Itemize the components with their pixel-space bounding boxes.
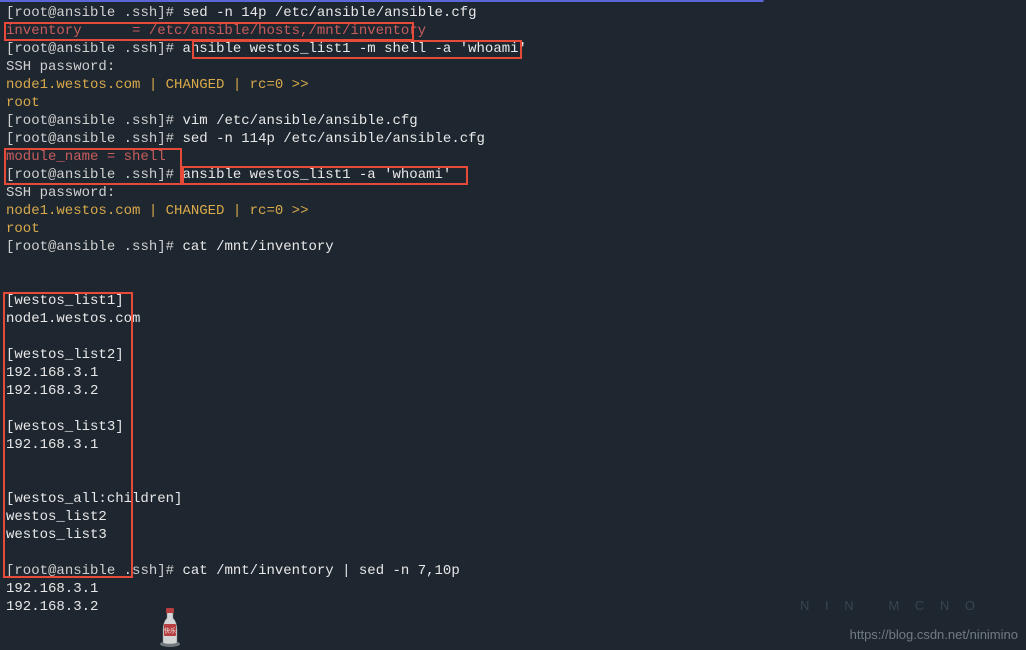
prompt: [root@ansible .ssh]#	[6, 113, 182, 129]
ssh-password-prompt: SSH password:	[6, 58, 1020, 76]
whoami-output-1: root	[6, 94, 1020, 112]
faint-watermark: N I N M C N O	[800, 597, 981, 615]
prompt-line-2: [root@ansible .ssh]# ansible westos_list…	[6, 40, 1020, 58]
prompt: [root@ansible .ssh]#	[6, 41, 182, 57]
prompt: [root@ansible .ssh]	[6, 167, 166, 183]
terminal-output[interactable]: [root@ansible .ssh]# sed -n 14p /etc/ans…	[6, 4, 1020, 616]
inventory-child-2: westos_list3	[6, 526, 1020, 544]
output-inventory-setting: inventory = /etc/ansible/hosts,/mnt/inve…	[6, 22, 1020, 40]
inventory-host-4: 192.168.3.1	[6, 436, 1020, 454]
ansible-result-1: node1.westos.com | CHANGED | rc=0 >>	[6, 76, 1020, 94]
prompt-line-7: [root@ansible .ssh]# cat /mnt/inventory …	[6, 562, 1020, 580]
prompt: [root@ansible .ssh]#	[6, 131, 182, 147]
whoami-output-2: root	[6, 220, 1020, 238]
svg-text:快乐: 快乐	[164, 627, 176, 635]
ansible-result-2: node1.westos.com | CHANGED | rc=0 >>	[6, 202, 1020, 220]
watermark-url: https://blog.csdn.net/ninimino	[850, 626, 1018, 644]
top-rule	[0, 0, 1018, 2]
inventory-host-2: 192.168.3.1	[6, 364, 1020, 382]
prompt-line-1: [root@ansible .ssh]# sed -n 14p /etc/ans…	[6, 4, 1020, 22]
blank	[6, 472, 1020, 490]
prompt-line-6: [root@ansible .ssh]# cat /mnt/inventory	[6, 238, 1020, 256]
blank	[6, 454, 1020, 472]
command-text: cat /mnt/inventory	[182, 239, 333, 255]
command-text: ansible westos_list1 -a 'whoami'	[182, 167, 451, 183]
prompt: [root@ansible .ssh]#	[6, 5, 182, 21]
command-text: sed -n 114p /etc/ansible/ansible.cfg	[182, 131, 484, 147]
inventory-group-3: [westos_list3]	[6, 418, 1020, 436]
command-text: ansible westos_list1 -m shell -a 'whoami…	[182, 41, 526, 57]
inventory-host-1: node1.westos.com	[6, 310, 1020, 328]
blank	[6, 328, 1020, 346]
command-text: sed -n 14p /etc/ansible/ansible.cfg	[182, 5, 476, 21]
prompt: [root@ansible .ssh]#	[6, 239, 182, 255]
blank	[6, 274, 1020, 292]
output-module-name: module_name = shell	[6, 148, 1020, 166]
prompt-line-5: [root@ansible .ssh]# ansible westos_list…	[6, 166, 1020, 184]
blank	[6, 544, 1020, 562]
prompt-line-4: [root@ansible .ssh]# sed -n 114p /etc/an…	[6, 130, 1020, 148]
inventory-child-1: westos_list2	[6, 508, 1020, 526]
prompt: [root@ansible .ssh]#	[6, 563, 182, 579]
prompt-line-3: [root@ansible .ssh]# vim /etc/ansible/an…	[6, 112, 1020, 130]
blank	[6, 256, 1020, 274]
blank	[6, 400, 1020, 418]
inventory-group-children: [westos_all:children]	[6, 490, 1020, 508]
command-text: vim /etc/ansible/ansible.cfg	[182, 113, 417, 129]
inventory-group-1: [westos_list1]	[6, 292, 1020, 310]
ssh-password-prompt-2: SSH password:	[6, 184, 1020, 202]
inventory-host-3: 192.168.3.2	[6, 382, 1020, 400]
bottle-icon: 快乐	[155, 606, 185, 648]
command-text: cat /mnt/inventory | sed -n 7,10p	[182, 563, 459, 579]
sed-output-1: 192.168.3.1	[6, 580, 1020, 598]
inventory-group-2: [westos_list2]	[6, 346, 1020, 364]
